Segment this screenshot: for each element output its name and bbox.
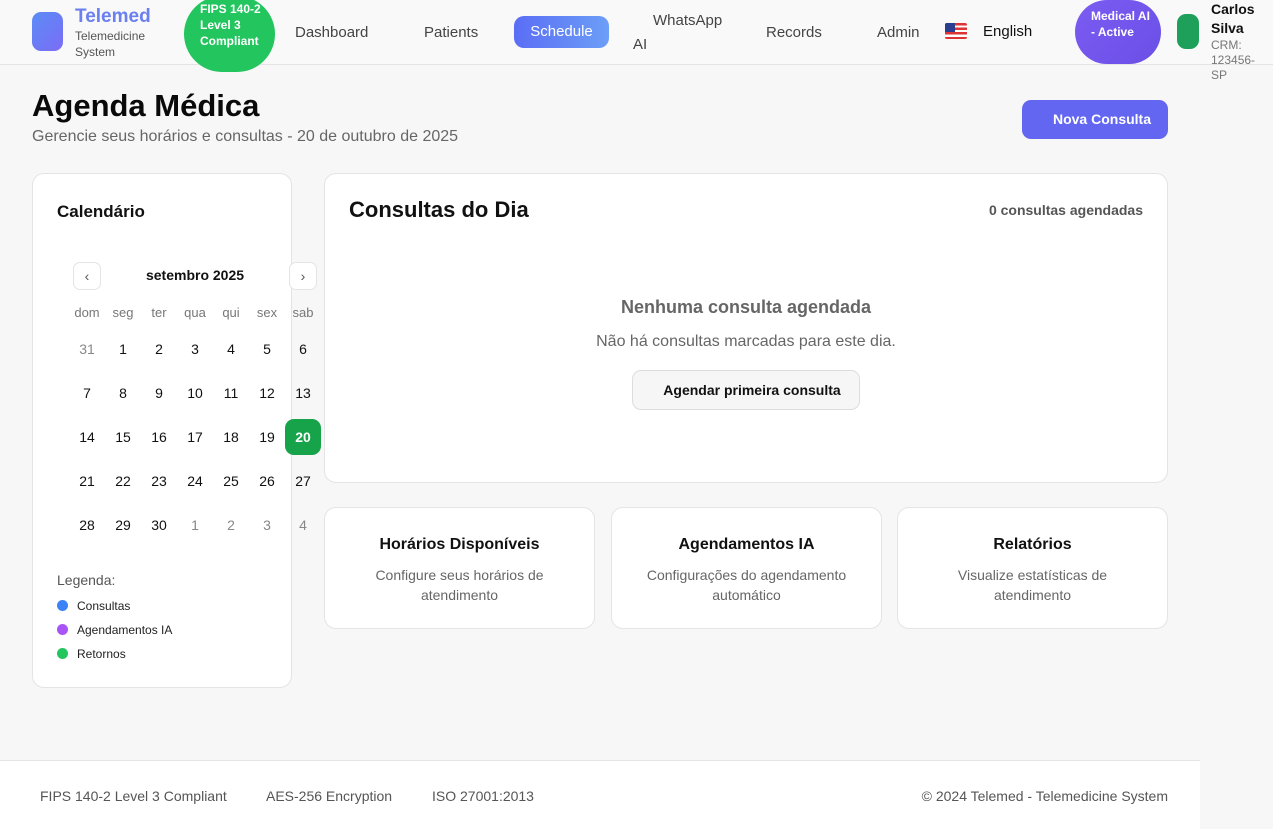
calendar-title: Calendário <box>57 202 145 221</box>
top-navbar: Telemed Telemedicine System FIPS 140-2 L… <box>0 0 1273 82</box>
card-description: Visualize estatísticas de atendimento <box>957 567 1108 603</box>
calendar-day[interactable]: 11 <box>213 375 249 411</box>
calendar-day[interactable]: 15 <box>105 419 141 455</box>
page-subtitle: Gerencie seus horários e consultas - 20 … <box>32 128 459 145</box>
app-logo-icon[interactable] <box>32 12 63 51</box>
consultations-title: Consultas do Dia <box>349 197 529 222</box>
brand-subtitle: Telemedicine System <box>75 29 146 59</box>
calendar-day[interactable]: 10 <box>177 375 213 411</box>
nav-dashboard[interactable]: Dashboard <box>295 24 368 41</box>
user-crm: CRM: 123456-SP <box>1211 38 1256 82</box>
legend-item-consultas: Consultas <box>57 599 130 613</box>
calendar-day[interactable]: 4 <box>285 507 321 543</box>
card-description: Configure seus horários de atendimento <box>375 567 544 603</box>
empty-state-message: Não há consultas marcadas para este dia. <box>596 333 896 350</box>
card-title: Relatórios <box>993 536 1072 553</box>
footer-iso: ISO 27001:2013 <box>432 788 534 804</box>
reports-card[interactable]: Relatórios Visualize estatísticas de ate… <box>897 507 1168 629</box>
card-title: Agendamentos IA <box>678 536 815 553</box>
footer: FIPS 140-2 Level 3 Compliant AES-256 Enc… <box>0 760 1200 829</box>
calendar-day[interactable]: 2 <box>141 331 177 367</box>
calendar-day[interactable]: 29 <box>105 507 141 543</box>
calendar-day[interactable]: 18 <box>213 419 249 455</box>
calendar-day[interactable]: 21 <box>69 463 105 499</box>
chevron-right-icon[interactable]: › <box>289 262 317 290</box>
legend-dot <box>57 648 68 659</box>
brand-name: Telemed <box>75 6 151 27</box>
nav-whatsapp-ai-line2: AI <box>633 36 648 53</box>
calendar-day[interactable]: 5 <box>249 331 285 367</box>
consultations-count: 0 consultas agendadas <box>988 202 1143 218</box>
calendar-day[interactable]: 31 <box>69 331 105 367</box>
calendar-day[interactable]: 14 <box>69 419 105 455</box>
medical-ai-status-badge: Medical AI - Active <box>1075 0 1161 64</box>
weekday-seg: seg <box>112 305 134 320</box>
new-consultation-button[interactable]: Nova Consulta <box>1022 100 1168 139</box>
weekday-dom: dom <box>74 305 100 320</box>
fips-compliance-badge: FIPS 140-2 Level 3 Compliant <box>184 0 275 72</box>
calendar-day[interactable]: 1 <box>177 507 213 543</box>
legend-dot <box>57 624 68 635</box>
calendar-day[interactable]: 9 <box>141 375 177 411</box>
card-title: Horários Disponíveis <box>379 536 540 553</box>
user-info[interactable]: Carlos Silva CRM: 123456-SP <box>1211 0 1271 83</box>
calendar-day[interactable]: 27 <box>285 463 321 499</box>
weekday-qui: qui <box>222 305 240 320</box>
calendar-day[interactable]: 3 <box>177 331 213 367</box>
us-flag-icon[interactable] <box>945 23 967 39</box>
calendar-day[interactable]: 22 <box>105 463 141 499</box>
calendar-day[interactable]: 8 <box>105 375 141 411</box>
calendar-day[interactable]: 3 <box>249 507 285 543</box>
footer-fips: FIPS 140-2 Level 3 Compliant <box>40 788 227 804</box>
weekday-ter: ter <box>151 305 167 320</box>
calendar-day[interactable]: 4 <box>213 331 249 367</box>
user-name: Carlos Silva <box>1211 1 1255 36</box>
calendar-day[interactable]: 7 <box>69 375 105 411</box>
nav-records[interactable]: Records <box>766 24 822 41</box>
calendar-month-label: setembro 2025 <box>145 267 245 283</box>
language-selector[interactable]: English <box>983 23 1032 40</box>
footer-copyright: © 2024 Telemed - Telemedicine System <box>921 788 1168 804</box>
calendar-day[interactable]: 30 <box>141 507 177 543</box>
empty-state-title: Nenhuma consulta agendada <box>620 297 872 317</box>
nav-admin[interactable]: Admin <box>877 24 920 41</box>
chevron-left-icon[interactable]: ‹ <box>73 262 101 290</box>
weekday-sab: sab <box>292 305 314 320</box>
calendar-day[interactable]: 26 <box>249 463 285 499</box>
ai-scheduling-card[interactable]: Agendamentos IA Configurações do agendam… <box>611 507 882 629</box>
weekday-sex: sex <box>256 305 278 320</box>
calendar-day[interactable]: 2 <box>213 507 249 543</box>
calendar-day[interactable]: 24 <box>177 463 213 499</box>
calendar-day[interactable]: 28 <box>69 507 105 543</box>
calendar-day[interactable]: 20 <box>285 419 321 455</box>
calendar-day[interactable]: 12 <box>249 375 285 411</box>
weekday-qua: qua <box>184 305 206 320</box>
calendar-day[interactable]: 1 <box>105 331 141 367</box>
avatar[interactable] <box>1177 14 1199 49</box>
legend-dot <box>57 600 68 611</box>
legend-item-retornos: Retornos <box>57 647 126 661</box>
card-description: Configurações do agendamento automático <box>646 567 847 603</box>
calendar-day[interactable]: 6 <box>285 331 321 367</box>
calendar-day[interactable]: 17 <box>177 419 213 455</box>
calendar-day[interactable]: 13 <box>285 375 321 411</box>
legend-title: Legenda: <box>57 572 116 588</box>
schedule-first-consultation-button[interactable]: Agendar primeira consulta <box>632 370 860 410</box>
available-hours-card[interactable]: Horários Disponíveis Configure seus horá… <box>324 507 595 629</box>
calendar-day[interactable]: 23 <box>141 463 177 499</box>
nav-patients[interactable]: Patients <box>424 24 478 41</box>
legend-item-agendamentos-ia: Agendamentos IA <box>57 623 172 637</box>
brand[interactable]: Telemed Telemedicine System <box>75 6 165 60</box>
calendar-day[interactable]: 19 <box>249 419 285 455</box>
footer-aes: AES-256 Encryption <box>266 788 393 804</box>
calendar-day[interactable]: 25 <box>213 463 249 499</box>
nav-schedule[interactable]: Schedule <box>514 16 609 48</box>
calendar-day[interactable]: 16 <box>141 419 177 455</box>
nav-whatsapp-ai-line1: WhatsApp <box>653 12 723 29</box>
page-title: Agenda Médica <box>32 88 260 123</box>
